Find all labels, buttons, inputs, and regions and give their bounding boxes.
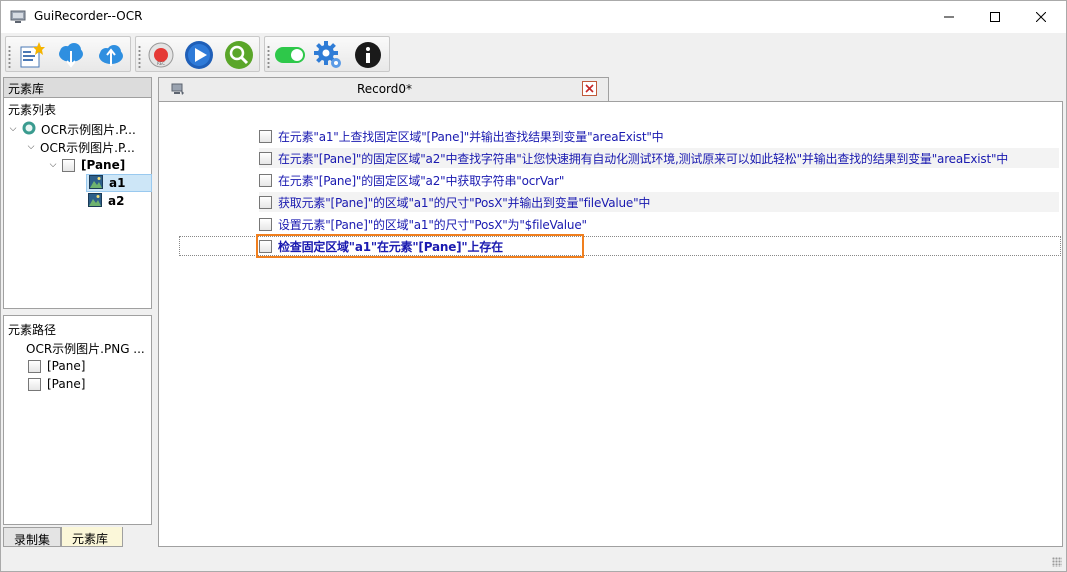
play-icon bbox=[184, 40, 214, 73]
record-button[interactable]: REC bbox=[146, 41, 176, 71]
toolbar-grip[interactable] bbox=[138, 45, 141, 69]
toolbar-group-record: REC bbox=[135, 36, 260, 72]
toolbar-group-file bbox=[5, 36, 131, 72]
app-window: GuiRecorder--OCR REC 元素库 元素列表 ⌵ OCR示例图片.… bbox=[0, 0, 1067, 572]
tree-node-label: a1 bbox=[109, 176, 126, 190]
status-bar bbox=[1, 549, 1066, 571]
step-checkbox[interactable] bbox=[259, 129, 272, 143]
title-bar: GuiRecorder--OCR bbox=[1, 1, 1066, 33]
upload-icon bbox=[97, 41, 125, 72]
image-region-icon bbox=[88, 192, 102, 210]
info-icon bbox=[354, 41, 382, 72]
new-record-icon bbox=[17, 41, 45, 72]
path-item-label: OCR示例图片.PNG ... bbox=[26, 341, 145, 356]
step-row[interactable]: 在元素"a1"上查找固定区域"[Pane]"并输出查找结果到变量"areaExi… bbox=[259, 126, 664, 146]
toggle-button[interactable] bbox=[275, 41, 305, 71]
pane-node-icon bbox=[62, 158, 75, 172]
close-window-button[interactable] bbox=[1018, 1, 1064, 33]
step-row[interactable]: 在元素"[Pane]"的固定区域"a2"中查找字符串"让您快速拥有自动化测试环境… bbox=[259, 148, 1008, 168]
element-library-header: 元素库 bbox=[4, 78, 151, 98]
tree-node-label: [Pane] bbox=[81, 158, 126, 172]
step-checkbox[interactable] bbox=[259, 217, 272, 231]
tab-record0[interactable]: Record0* bbox=[158, 77, 609, 101]
download-icon bbox=[57, 41, 85, 72]
tab-title: Record0* bbox=[356, 82, 413, 96]
pane-node-icon bbox=[28, 377, 41, 391]
step-text: 获取元素"[Pane]"的区域"a1"的尺寸"PosX"并输出到变量"fileV… bbox=[278, 195, 651, 210]
path-item[interactable]: [Pane] bbox=[28, 375, 85, 393]
tree-node-label: OCR示例图片.P... bbox=[41, 122, 136, 137]
upload-button[interactable] bbox=[96, 41, 126, 71]
toolbar: REC bbox=[1, 34, 1066, 74]
find-button[interactable] bbox=[224, 40, 254, 73]
tree-node-a1[interactable]: a1 bbox=[86, 174, 152, 192]
close-tab-button[interactable] bbox=[582, 81, 597, 96]
path-item[interactable]: OCR示例图片.PNG ... bbox=[26, 339, 145, 357]
step-checkbox[interactable] bbox=[259, 151, 272, 165]
tree-node-root[interactable]: ⌵ OCR示例图片.P... bbox=[8, 120, 136, 138]
step-text: 设置元素"[Pane]"的区域"a1"的尺寸"PosX"为"$fileValue… bbox=[278, 217, 587, 232]
resize-grip-icon[interactable] bbox=[1052, 557, 1062, 567]
tab-element-library[interactable]: 元素库 bbox=[61, 527, 123, 547]
selection-highlight bbox=[256, 234, 584, 258]
element-library-panel: 元素库 元素列表 ⌵ OCR示例图片.P... ⌵ OCR示例图片.P... ⌵… bbox=[3, 77, 152, 309]
path-item-label: [Pane] bbox=[47, 359, 86, 373]
tab-record-sets[interactable]: 录制集 bbox=[3, 527, 61, 547]
element-path-title: 元素路径 bbox=[8, 323, 57, 337]
search-icon bbox=[224, 40, 254, 73]
tree-node-a2[interactable]: a2 bbox=[88, 192, 124, 210]
step-row[interactable]: 获取元素"[Pane]"的区域"a1"的尺寸"PosX"并输出到变量"fileV… bbox=[259, 192, 650, 212]
toolbar-group-settings bbox=[264, 36, 390, 72]
new-record-button[interactable] bbox=[16, 41, 46, 71]
app-logo-icon bbox=[10, 10, 26, 24]
chevron-down-icon[interactable]: ⌵ bbox=[48, 160, 58, 170]
gear-icon bbox=[313, 40, 343, 73]
play-button[interactable] bbox=[184, 40, 214, 73]
pane-node-icon bbox=[28, 359, 41, 373]
step-checkbox[interactable] bbox=[259, 173, 272, 187]
window-title: GuiRecorder--OCR bbox=[34, 9, 143, 23]
chevron-down-icon[interactable]: ⌵ bbox=[8, 124, 18, 134]
close-icon bbox=[585, 82, 594, 96]
image-region-icon bbox=[89, 174, 103, 192]
download-button[interactable] bbox=[56, 41, 86, 71]
tree-node-pane[interactable]: ⌵ [Pane] bbox=[48, 156, 126, 174]
tree-node-label: a2 bbox=[108, 194, 125, 208]
tree-node-window[interactable]: ⌵ OCR示例图片.P... bbox=[26, 138, 135, 156]
path-item-label: [Pane] bbox=[47, 377, 86, 391]
toggle-icon bbox=[274, 45, 306, 68]
step-text: 在元素"[Pane]"的固定区域"a2"中查找字符串"让您快速拥有自动化测试环境… bbox=[278, 151, 1009, 166]
toolbar-grip[interactable] bbox=[267, 45, 270, 69]
step-checkbox[interactable] bbox=[259, 195, 272, 209]
step-text: 在元素"a1"上查找固定区域"[Pane]"并输出查找结果到变量"areaExi… bbox=[278, 129, 664, 144]
svg-text:REC: REC bbox=[157, 61, 165, 66]
step-text: 在元素"[Pane]"的固定区域"a2"中获取字符串"ocrVar" bbox=[278, 173, 565, 188]
tree-node-label: OCR示例图片.P... bbox=[40, 140, 135, 155]
toolbar-grip[interactable] bbox=[8, 45, 11, 69]
step-row[interactable]: 在元素"[Pane]"的固定区域"a2"中获取字符串"ocrVar" bbox=[259, 170, 564, 190]
path-item[interactable]: [Pane] bbox=[28, 357, 85, 375]
chevron-down-icon[interactable]: ⌵ bbox=[26, 142, 36, 152]
element-path-panel: 元素路径 OCR示例图片.PNG ... [Pane] [Pane] bbox=[3, 315, 152, 525]
record-steps-list: 在元素"a1"上查找固定区域"[Pane]"并输出查找结果到变量"areaExi… bbox=[158, 101, 1063, 547]
step-row[interactable]: 设置元素"[Pane]"的区域"a1"的尺寸"PosX"为"$fileValue… bbox=[259, 214, 587, 234]
info-button[interactable] bbox=[353, 41, 383, 71]
app-node-icon bbox=[22, 121, 36, 138]
minimize-button[interactable] bbox=[926, 1, 972, 33]
record-icon: REC bbox=[147, 41, 175, 72]
element-list-title: 元素列表 bbox=[8, 103, 57, 117]
maximize-button[interactable] bbox=[972, 1, 1018, 33]
settings-button[interactable] bbox=[313, 40, 343, 73]
